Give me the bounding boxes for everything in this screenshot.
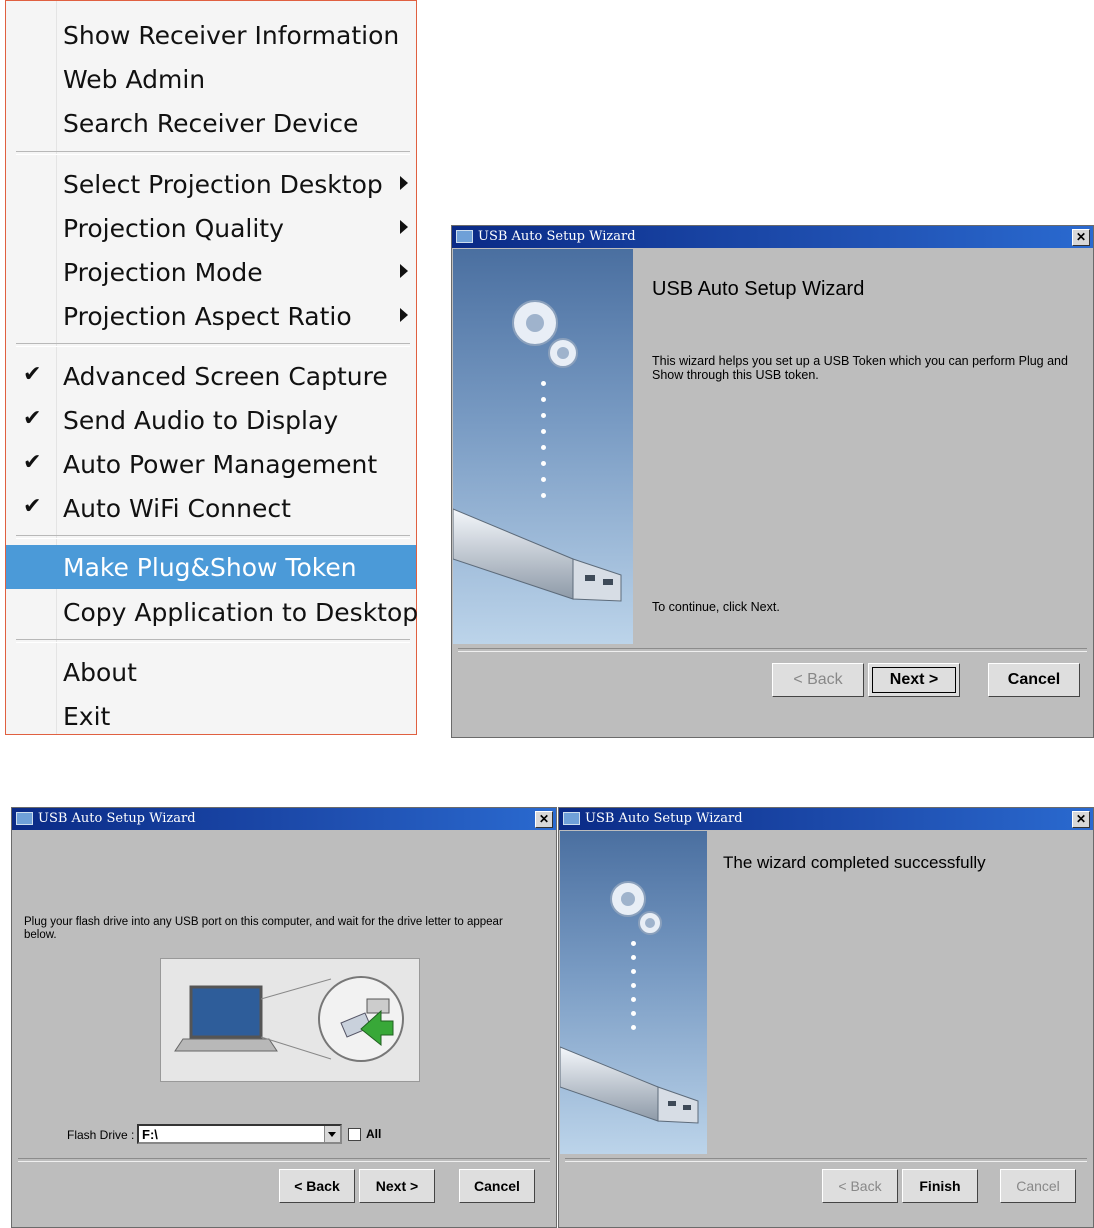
back-button[interactable]: < Back bbox=[772, 663, 864, 697]
menu-item-label: Select Projection Desktop bbox=[63, 170, 383, 199]
wizard-welcome-window: USB Auto Setup Wizard ✕ USB Auto Setup W… bbox=[451, 225, 1094, 738]
submenu-arrow-icon bbox=[400, 220, 408, 234]
menu-item-label: Copy Application to Desktop bbox=[63, 598, 419, 627]
finish-button[interactable]: Finish bbox=[902, 1169, 978, 1203]
all-label: All bbox=[366, 1127, 382, 1141]
menu-item-show-receiver-info[interactable]: Show Receiver Information bbox=[6, 15, 416, 55]
menu-item-copy-app-to-desktop[interactable]: Copy Application to Desktop bbox=[6, 592, 419, 632]
wizard-side-banner bbox=[560, 831, 707, 1154]
menu-separator bbox=[16, 151, 410, 155]
menu-item-label: Send Audio to Display bbox=[63, 406, 339, 435]
flash-drive-select[interactable]: F:\ bbox=[137, 1124, 342, 1144]
cancel-button[interactable]: Cancel bbox=[459, 1169, 535, 1203]
menu-item-exit[interactable]: Exit bbox=[6, 696, 416, 736]
plug-instruction: Plug your flash drive into any USB port … bbox=[24, 916, 503, 941]
check-icon: ✔ bbox=[23, 362, 42, 387]
window-icon bbox=[16, 812, 33, 825]
usb-plug-icon bbox=[340, 998, 394, 1047]
menu-item-label: Auto WiFi Connect bbox=[63, 494, 291, 523]
window-title: USB Auto Setup Wizard bbox=[478, 229, 636, 244]
window-icon bbox=[563, 812, 580, 825]
menu-item-web-admin[interactable]: Web Admin bbox=[6, 59, 416, 99]
checkbox-icon[interactable] bbox=[348, 1128, 361, 1141]
usb-illustration bbox=[160, 958, 420, 1082]
menu-item-label: Projection Aspect Ratio bbox=[63, 302, 352, 331]
button-separator bbox=[565, 1158, 1087, 1162]
title-bar: USB Auto Setup Wizard ✕ bbox=[452, 226, 1093, 248]
window-title: USB Auto Setup Wizard bbox=[38, 811, 196, 826]
button-separator bbox=[458, 648, 1087, 652]
menu-item-label: Show Receiver Information bbox=[63, 21, 400, 50]
menu-item-label: Advanced Screen Capture bbox=[63, 362, 388, 391]
continue-instruction: To continue, click Next. bbox=[652, 600, 780, 614]
menu-separator bbox=[16, 535, 410, 539]
check-icon: ✔ bbox=[23, 494, 42, 519]
gear-icon bbox=[512, 300, 578, 368]
menu-item-make-plugshow-token[interactable]: Make Plug&Show Token bbox=[6, 545, 416, 589]
wizard-heading: USB Auto Setup Wizard bbox=[652, 278, 865, 300]
window-icon bbox=[456, 230, 473, 243]
wizard-plug-drive-window: USB Auto Setup Wizard ✕ Plug your flash … bbox=[11, 807, 557, 1228]
flash-drive-value: F:\ bbox=[142, 1127, 158, 1142]
menu-separator bbox=[16, 639, 410, 643]
menu-item-label: Projection Quality bbox=[63, 214, 284, 243]
close-icon[interactable]: ✕ bbox=[535, 811, 553, 828]
menu-separator bbox=[16, 343, 410, 347]
menu-item-auto-power-management[interactable]: ✔ Auto Power Management bbox=[6, 444, 416, 484]
wizard-description: This wizard helps you set up a USB Token… bbox=[652, 354, 1068, 382]
menu-item-search-receiver[interactable]: Search Receiver Device bbox=[6, 103, 416, 143]
menu-item-label: Auto Power Management bbox=[63, 450, 378, 479]
title-bar: USB Auto Setup Wizard ✕ bbox=[12, 808, 556, 830]
menu-item-projection-mode[interactable]: Projection Mode bbox=[6, 252, 416, 292]
usb-drive-icon bbox=[453, 508, 622, 602]
menu-item-advanced-screen-capture[interactable]: ✔ Advanced Screen Capture bbox=[6, 356, 416, 396]
submenu-arrow-icon bbox=[400, 176, 408, 190]
submenu-arrow-icon bbox=[400, 264, 408, 278]
menu-item-projection-aspect-ratio[interactable]: Projection Aspect Ratio bbox=[6, 296, 416, 336]
check-icon: ✔ bbox=[23, 450, 42, 475]
back-button[interactable]: < Back bbox=[279, 1169, 355, 1203]
menu-item-select-projection-desktop[interactable]: Select Projection Desktop bbox=[6, 164, 416, 204]
back-button[interactable]: < Back bbox=[822, 1169, 898, 1203]
menu-item-label: Exit bbox=[63, 702, 111, 731]
submenu-arrow-icon bbox=[400, 308, 408, 322]
menu-item-label: Search Receiver Device bbox=[63, 109, 359, 138]
next-button[interactable]: Next > bbox=[359, 1169, 435, 1203]
menu-item-label: About bbox=[63, 658, 137, 687]
cancel-button[interactable]: Cancel bbox=[1000, 1169, 1076, 1203]
close-icon[interactable]: ✕ bbox=[1072, 811, 1090, 828]
gear-icon bbox=[610, 881, 662, 935]
close-icon[interactable]: ✕ bbox=[1072, 229, 1090, 246]
menu-item-send-audio[interactable]: ✔ Send Audio to Display bbox=[6, 400, 416, 440]
menu-item-auto-wifi-connect[interactable]: ✔ Auto WiFi Connect bbox=[6, 488, 416, 528]
title-bar: USB Auto Setup Wizard ✕ bbox=[559, 808, 1093, 830]
wizard-complete-window: USB Auto Setup Wizard ✕ The wizard compl… bbox=[558, 807, 1094, 1228]
menu-item-label: Projection Mode bbox=[63, 258, 263, 287]
cancel-button[interactable]: Cancel bbox=[988, 663, 1080, 697]
flash-drive-label: Flash Drive : bbox=[67, 1128, 135, 1142]
menu-item-projection-quality[interactable]: Projection Quality bbox=[6, 208, 416, 248]
button-separator bbox=[18, 1158, 550, 1162]
dropdown-arrow-icon[interactable] bbox=[324, 1126, 340, 1142]
check-icon: ✔ bbox=[23, 406, 42, 431]
next-button[interactable]: Next > bbox=[868, 663, 960, 697]
usb-drive-icon bbox=[560, 1046, 699, 1124]
wizard-side-banner bbox=[453, 249, 633, 644]
menu-item-label: Web Admin bbox=[63, 65, 206, 94]
menu-item-about[interactable]: About bbox=[6, 652, 416, 692]
context-menu: Show Receiver Information Web Admin Sear… bbox=[5, 0, 419, 736]
window-title: USB Auto Setup Wizard bbox=[585, 811, 743, 826]
menu-item-label: Make Plug&Show Token bbox=[63, 553, 357, 582]
wizard-heading: The wizard completed successfully bbox=[723, 853, 986, 872]
